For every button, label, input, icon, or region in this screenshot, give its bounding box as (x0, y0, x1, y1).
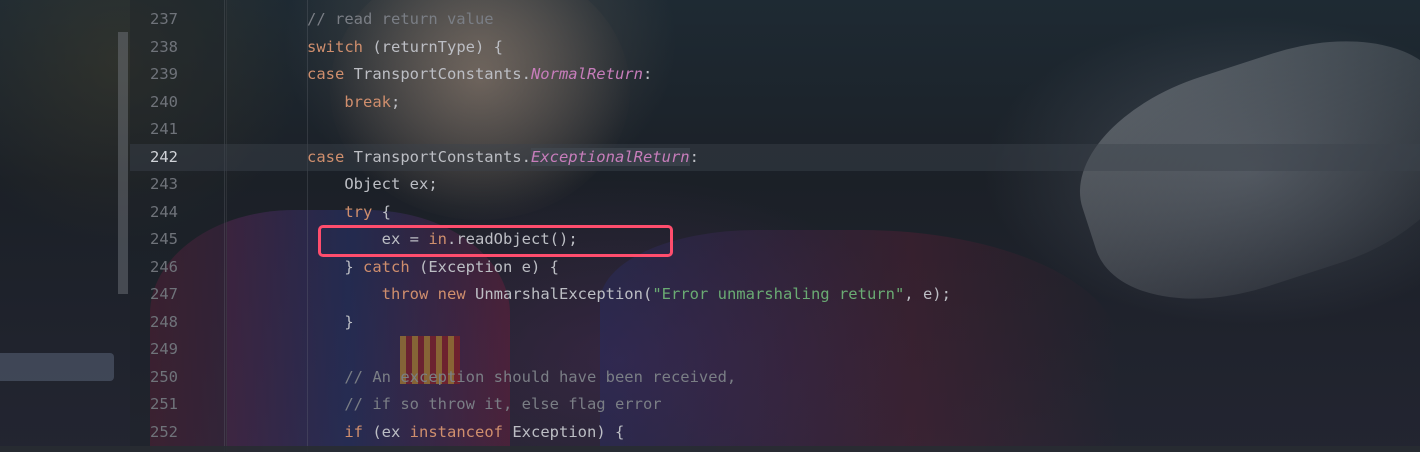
code-token: ; (391, 92, 401, 111)
code-token: { (372, 202, 391, 221)
code-token: catch (363, 257, 410, 276)
code-text: Object ex; (307, 171, 438, 199)
line-number: 241 (150, 120, 178, 138)
code-token: (returnType) { (363, 37, 503, 56)
line-number: 248 (150, 312, 178, 331)
code-token: break (344, 92, 391, 111)
code-token: if (344, 422, 363, 441)
project-panel-selected-item[interactable] (0, 353, 114, 381)
code-token: throw (381, 285, 429, 303)
code-line[interactable]: 241 (130, 116, 1420, 144)
code-token: TransportConstants. (344, 65, 531, 83)
code-token: NormalReturn (530, 65, 643, 83)
ide-window: 237 // read return value 238 switch (return… (0, 0, 1420, 452)
line-number: 249 (150, 340, 178, 358)
code-line[interactable]: 238 switch (returnType) { (130, 34, 1420, 62)
line-number: 239 (150, 65, 178, 83)
line-number: 251 (150, 395, 178, 413)
code-text: break; (307, 89, 400, 117)
code-text: // if so throw it, else flag error (307, 391, 662, 419)
code-line[interactable]: 251 // if so throw it, else flag error (130, 391, 1420, 419)
code-line[interactable]: 239 case TransportConstants.NormalReturn: (130, 61, 1420, 89)
code-token: switch (307, 37, 363, 56)
code-text: if (ex instanceof Exception) { (307, 419, 624, 447)
line-number: 237 (150, 10, 178, 28)
code-line[interactable]: 242 case TransportConstants.ExceptionalRe… (130, 143, 1420, 172)
code-token: (ex (363, 422, 410, 441)
code-text: case TransportConstants.NormalReturn: (307, 61, 652, 89)
project-panel-scrollbar[interactable] (118, 32, 128, 294)
code-text: // An exception should have been receive… (307, 364, 736, 392)
code-text: try { (307, 199, 391, 227)
line-number: 238 (150, 37, 178, 56)
line-number: 240 (150, 92, 178, 111)
code-token: : (689, 147, 699, 166)
code-line[interactable]: 243 Object ex; (130, 171, 1420, 199)
code-token: } (307, 312, 354, 331)
code-token: "Error unmarshaling return" (652, 285, 905, 303)
code-token: Exception) { (503, 422, 625, 441)
code-line[interactable]: 246 } catch (Exception e) { (130, 254, 1420, 282)
line-number: 252 (150, 422, 178, 441)
code-token: ExceptionalReturn (530, 147, 690, 166)
code-token: Object ex; (307, 175, 438, 193)
code-text: // read return value (307, 6, 494, 34)
code-line[interactable]: 249 (130, 336, 1420, 364)
code-text: } (307, 309, 354, 337)
code-text: throw new UnmarshalException("Error unma… (307, 281, 951, 309)
code-token: // An exception should have been receive… (307, 367, 737, 386)
code-token: // read return value (307, 10, 494, 28)
line-number: 250 (150, 367, 178, 386)
code-line[interactable]: 252 if (ex instanceof Exception) { (130, 419, 1420, 447)
code-line[interactable]: 237 // read return value (130, 6, 1420, 34)
line-number: 246 (150, 257, 178, 276)
code-token: case (307, 65, 345, 83)
code-line[interactable]: 247 throw new UnmarshalException("Error … (130, 281, 1420, 309)
code-text: } catch (Exception e) { (307, 254, 559, 282)
highlight-annotation-box (318, 225, 673, 257)
code-token: try (344, 202, 373, 221)
line-number: 244 (150, 202, 178, 221)
line-number: 245 (150, 230, 178, 248)
code-token: // if so throw it, else flag error (307, 395, 662, 413)
code-token: } (307, 257, 363, 276)
code-line[interactable]: 250 // An exception should have been rec… (130, 364, 1420, 392)
editor-bottom-edge (0, 446, 1420, 452)
code-line[interactable]: 244 try { (130, 199, 1420, 227)
line-number: 247 (150, 285, 178, 303)
code-line[interactable]: 248 } (130, 309, 1420, 337)
code-token: (Exception e) { (409, 257, 559, 276)
code-text: case TransportConstants.ExceptionalRetur… (307, 144, 699, 172)
code-token: , e); (904, 285, 951, 303)
code-line[interactable]: 240 break; (130, 89, 1420, 117)
code-token: new (437, 285, 466, 303)
line-number: 242 (150, 147, 178, 166)
code-token: UnmarshalException( (465, 285, 653, 303)
code-text: switch (returnType) { (307, 34, 503, 62)
code-token: case (307, 147, 345, 166)
line-number: 243 (150, 175, 178, 193)
code-token: instanceof (409, 422, 503, 441)
code-token: TransportConstants. (344, 147, 531, 166)
code-token: : (642, 65, 653, 83)
